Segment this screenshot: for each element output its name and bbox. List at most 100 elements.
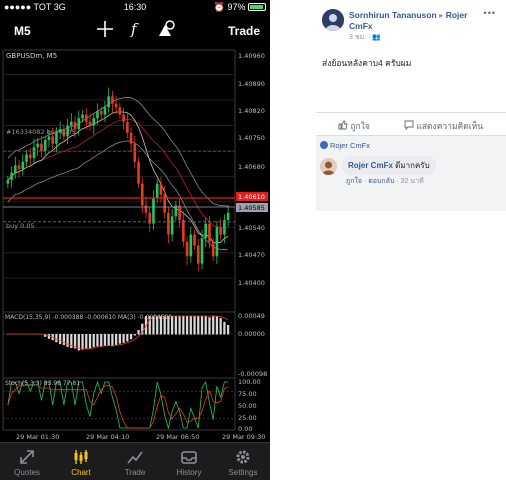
comment-icon: [404, 120, 414, 131]
author-name[interactable]: Sornhirun Tananuson: [349, 10, 437, 20]
post-text: ส่งย้อนหลังคาบ4 ครับผม: [322, 58, 412, 68]
candle-body: [17, 165, 21, 170]
price-tick: 1.40890: [238, 80, 265, 88]
comment-button[interactable]: แสดงความคิดเห็น: [404, 119, 483, 133]
candle-body: [107, 96, 110, 108]
candle-body: [182, 220, 185, 242]
candle-body: [36, 143, 40, 148]
macd-bar: [178, 316, 181, 335]
order-label: #16334082 buy 0.05: [6, 128, 75, 136]
tab-label: Quotes: [14, 468, 40, 477]
macd-bar: [122, 334, 125, 343]
more-options-icon[interactable]: •••: [484, 8, 496, 18]
candle-body: [111, 96, 114, 104]
macd-bar: [185, 316, 189, 335]
objects-icon[interactable]: [158, 20, 176, 43]
tab-history[interactable]: History: [162, 443, 216, 480]
macd-bar: [85, 334, 88, 349]
settings-icon: [236, 450, 250, 464]
quotes-icon: [20, 450, 34, 464]
author-avatar[interactable]: [322, 9, 344, 31]
messenger-icon: [320, 141, 328, 149]
candle-body: [200, 238, 204, 264]
candle-body: [196, 245, 200, 264]
candle-body: [99, 110, 103, 115]
candle-body: [103, 107, 107, 115]
price-chart[interactable]: GBPUSDm, M5 #16334082 buy 0.05 buy 0.05 …: [0, 48, 270, 442]
page-reply-link[interactable]: Rojer CmFx: [320, 141, 370, 150]
post-header: Sornhirun Tananuson ▸ Rojer CmFx 3 ชม. ·…: [349, 10, 489, 43]
comment-bubble: Rojer CmFx ดีมากครับ: [342, 156, 436, 175]
like-button[interactable]: ถูกใจ: [338, 119, 370, 133]
commenter-name[interactable]: Rojer CmFx: [348, 161, 393, 170]
timeframe-button[interactable]: M5: [14, 24, 31, 38]
macd-bar: [129, 334, 133, 340]
candle-body: [77, 118, 81, 130]
tab-settings[interactable]: Settings: [216, 443, 270, 480]
candle-body: [21, 161, 25, 170]
buy-label: buy 0.05: [6, 222, 35, 230]
time-tick: 29 Mar 01:30: [16, 433, 59, 441]
macd-bar: [227, 325, 230, 335]
candle-body: [204, 223, 208, 239]
comment-text: ดีมากครับ: [395, 161, 430, 170]
post-time[interactable]: 3 ชม.: [349, 34, 366, 41]
crosshair-icon[interactable]: [96, 20, 114, 43]
candle-body: [133, 143, 137, 162]
tab-trade[interactable]: Trade: [108, 443, 162, 480]
tab-label: Chart: [71, 468, 91, 477]
macd-bar: [193, 316, 196, 335]
group-icon: 👥: [372, 34, 382, 41]
comment-meta: ถูกใจ · ตอบกลับ · 32 นาที: [346, 178, 424, 185]
macd-bar: [189, 316, 192, 335]
candle-body: [6, 180, 10, 184]
candle-body: [40, 143, 43, 151]
trade-button[interactable]: Trade: [228, 24, 260, 38]
macd-bar: [208, 317, 211, 335]
comment-reply-link[interactable]: ตอบกลับ: [368, 178, 394, 185]
macd-bar: [174, 316, 177, 335]
phone-screenshot: ●●●●● TOT 3G 16:30 ⏰ 97% M5 f Trade GBPU…: [0, 0, 270, 480]
tab-chart[interactable]: Chart: [54, 443, 108, 480]
post-meta: 3 ชม. · 👥: [349, 34, 382, 41]
candle-body: [215, 227, 219, 257]
candle-body: [96, 110, 99, 119]
macd-bar: [126, 334, 129, 342]
battery-status: ⏰ 97%: [214, 2, 266, 13]
time-tick: 29 Mar 04:10: [86, 433, 129, 441]
candle-body: [32, 147, 36, 159]
symbol-label: GBPUSDm, M5: [6, 52, 57, 60]
candle-body: [43, 140, 47, 151]
candle-body: [47, 136, 51, 140]
stoch-tick: 25.00: [238, 414, 257, 422]
battery-percent: 97%: [227, 2, 246, 12]
candle-body: [92, 118, 96, 126]
candle-body: [137, 161, 140, 184]
function-icon[interactable]: f: [127, 20, 145, 43]
time-tick: 29 Mar 06:50: [156, 433, 199, 441]
comment-like-link[interactable]: ถูกใจ: [346, 178, 362, 185]
comment-time: 32 นาที: [400, 178, 424, 185]
macd-bar: [88, 334, 92, 349]
macd-bar: [200, 316, 204, 335]
macd-bar: [103, 334, 107, 346]
macd-tick: 0.00049: [238, 312, 265, 320]
bid-price: 1.40610: [238, 193, 265, 201]
candle-body: [189, 234, 193, 257]
price-tick: 1.40960: [238, 52, 265, 60]
svg-text:f: f: [130, 20, 139, 38]
price-tick: 1.40470: [238, 251, 265, 259]
stoch-tick: 50.00: [238, 402, 257, 410]
reply-link-text: Rojer CmFx: [330, 141, 371, 150]
like-label: ถูกใจ: [350, 121, 370, 131]
tab-quotes[interactable]: Quotes: [0, 443, 54, 480]
post-actions: ถูกใจ แสดงความคิดเห็น: [316, 112, 506, 136]
candle-body: [178, 205, 181, 220]
commenter-avatar[interactable]: [320, 158, 337, 175]
macd-bar: [197, 316, 200, 335]
status-bar: ●●●●● TOT 3G 16:30 ⏰ 97%: [0, 0, 270, 16]
tab-label: Trade: [124, 468, 146, 477]
candle-body: [10, 172, 13, 180]
candle-body: [28, 154, 32, 159]
price-tick: 1.40820: [238, 107, 265, 115]
